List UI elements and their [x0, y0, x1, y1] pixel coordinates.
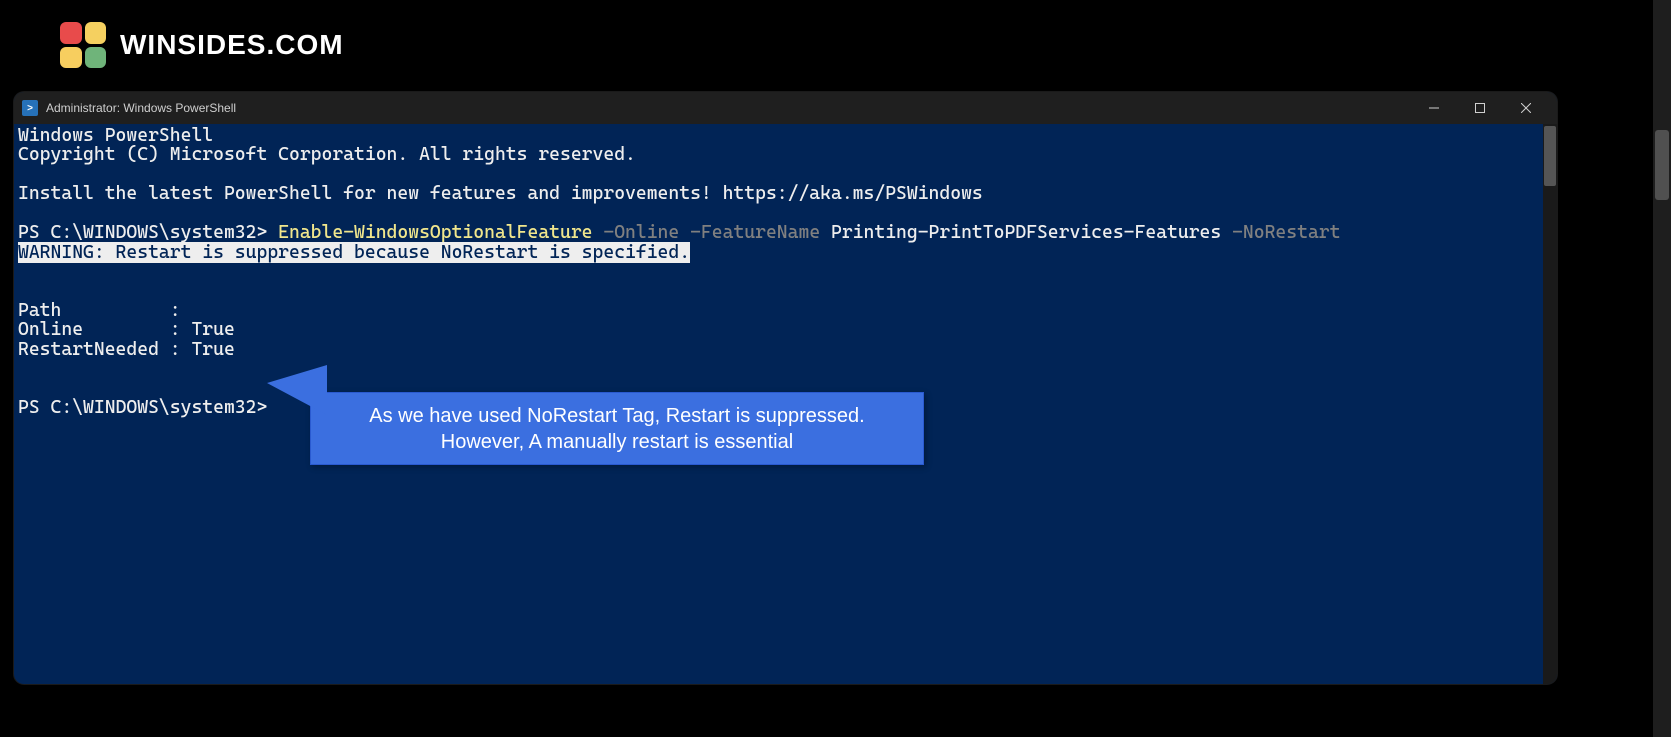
output-line: Path :	[18, 301, 1553, 320]
window-titlebar[interactable]: > Administrator: Windows PowerShell	[14, 92, 1557, 124]
terminal-scrollbar[interactable]	[1543, 124, 1557, 684]
callout-line: However, A manually restart is essential	[441, 429, 793, 455]
callout-line: As we have used NoRestart Tag, Restart i…	[369, 403, 864, 429]
terminal-line: Copyright (C) Microsoft Corporation. All…	[18, 145, 1553, 164]
page-scrollbar[interactable]	[1653, 0, 1671, 737]
terminal-line	[18, 359, 1553, 378]
terminal-line	[18, 165, 1553, 184]
minimize-button[interactable]	[1411, 92, 1457, 124]
powershell-icon: >	[22, 100, 38, 116]
terminal-line	[18, 262, 1553, 281]
winsides-logo-icon	[60, 22, 106, 68]
powershell-window: > Administrator: Windows PowerShell Wind…	[14, 92, 1557, 684]
terminal-line: Windows PowerShell	[18, 126, 1553, 145]
window-controls	[1411, 92, 1549, 124]
terminal-line	[18, 204, 1553, 223]
prompt-text: PS C:\WINDOWS\system32>	[18, 222, 278, 243]
scrollbar-thumb[interactable]	[1544, 126, 1556, 186]
page-scrollbar-thumb[interactable]	[1655, 130, 1669, 200]
maximize-button[interactable]	[1457, 92, 1503, 124]
terminal-body[interactable]: Windows PowerShellCopyright (C) Microsof…	[14, 124, 1557, 684]
terminal-line	[18, 281, 1553, 300]
branding-header: WINSIDES.COM	[0, 0, 1671, 90]
cmdlet-name: Enable-WindowsOptionalFeature	[278, 222, 592, 243]
cmd-param: -NoRestart	[1221, 222, 1340, 243]
output-line: Online : True	[18, 320, 1553, 339]
terminal-line: Install the latest PowerShell for new fe…	[18, 184, 1553, 203]
branding-text: WINSIDES.COM	[120, 29, 344, 61]
cmd-arg: Printing-PrintToPDFServices-Features	[831, 222, 1221, 243]
close-button[interactable]	[1503, 92, 1549, 124]
cmd-param: -FeatureName	[690, 222, 831, 243]
annotation-callout: As we have used NoRestart Tag, Restart i…	[310, 392, 924, 465]
window-title: Administrator: Windows PowerShell	[46, 101, 236, 115]
terminal-command-line: PS C:\WINDOWS\system32> Enable-WindowsOp…	[18, 223, 1553, 242]
output-line: RestartNeeded : True	[18, 340, 1553, 359]
warning-line: WARNING: Restart is suppressed because N…	[18, 243, 1553, 262]
cmd-param: -Online	[593, 222, 691, 243]
